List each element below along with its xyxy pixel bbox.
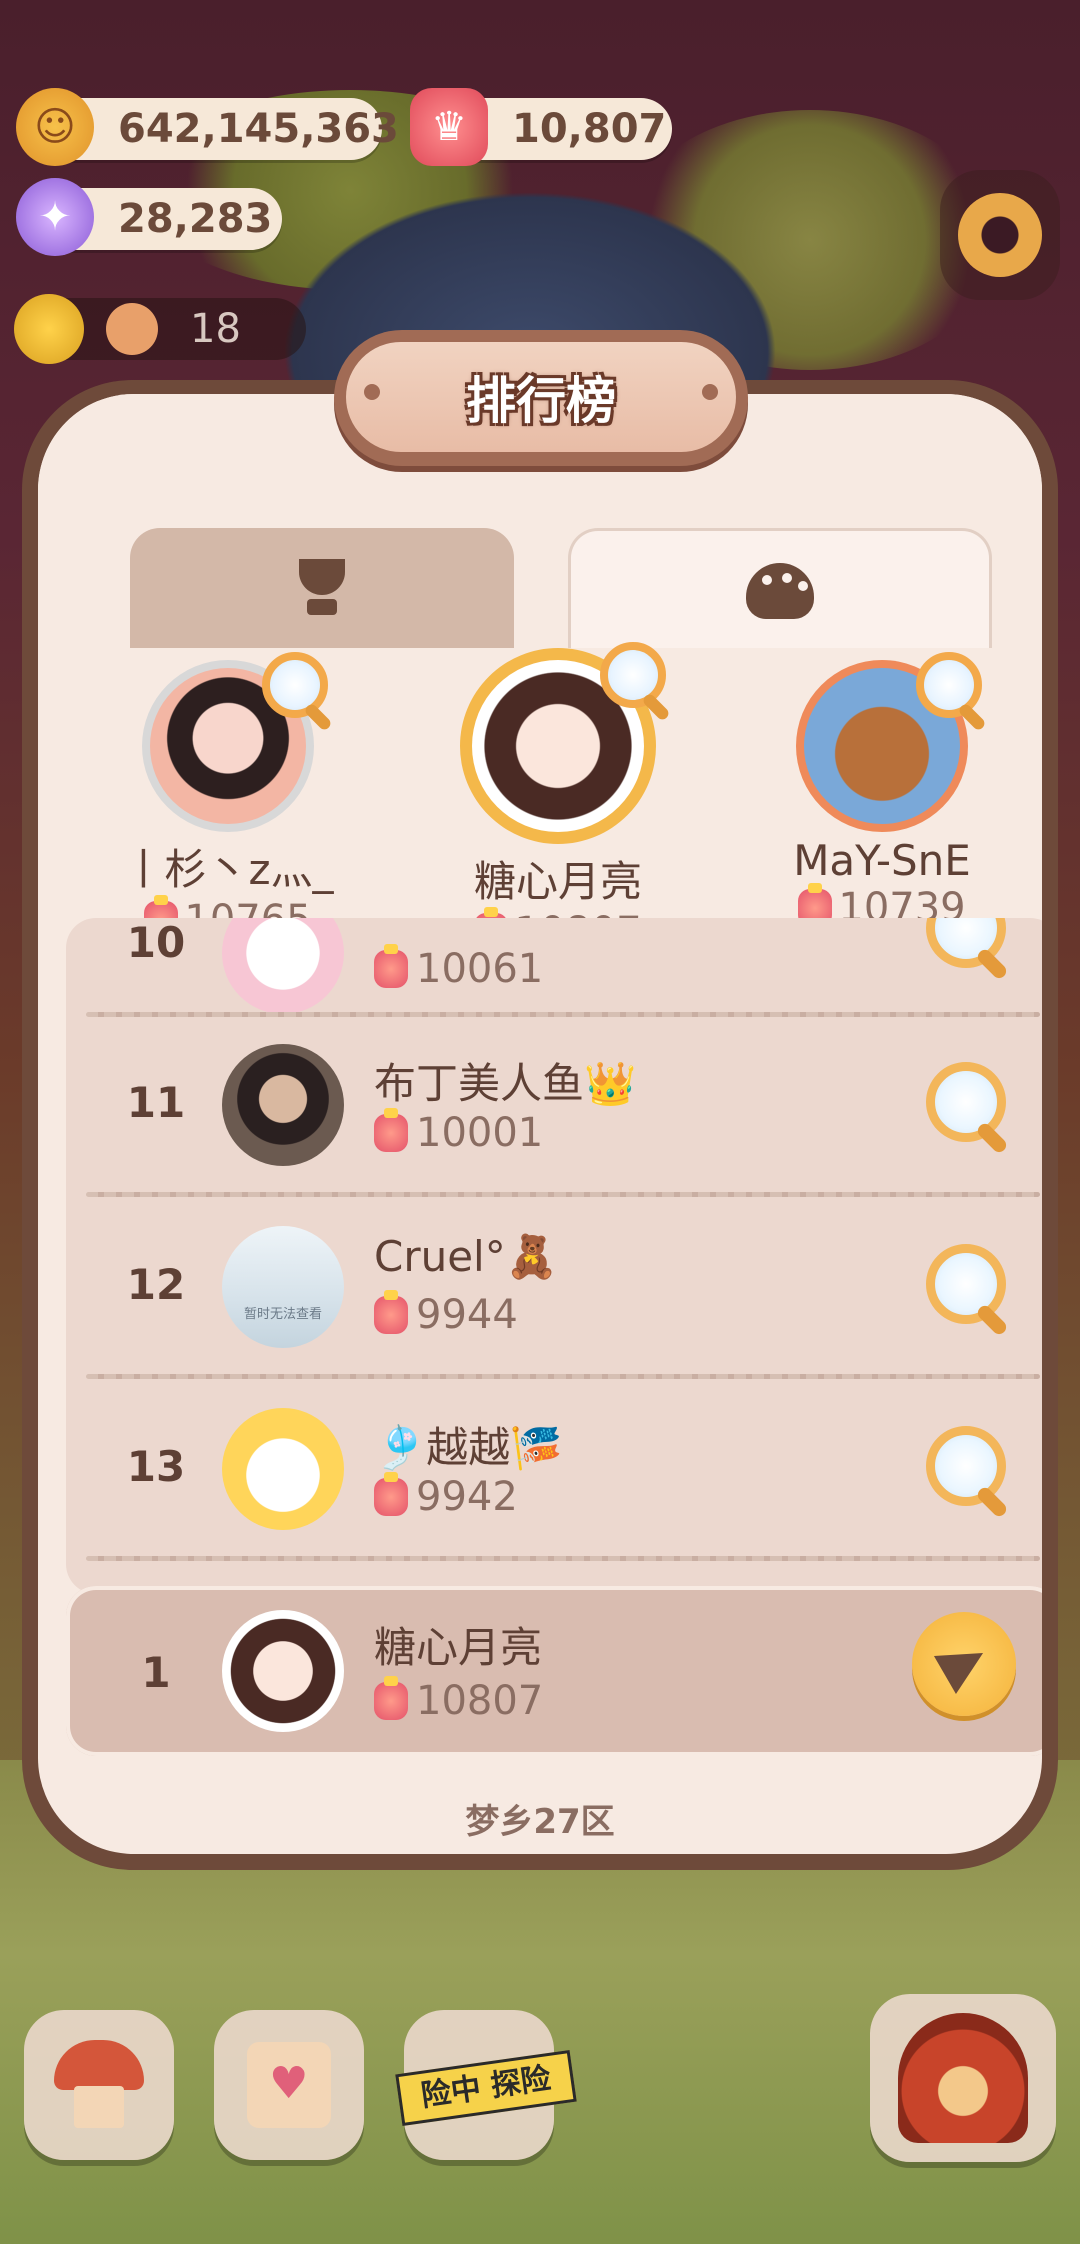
inspect-button[interactable] <box>926 1426 1006 1506</box>
my-name: 糖心月亮 <box>374 1623 543 1672</box>
tab-cookie[interactable] <box>568 528 992 651</box>
energy-counter[interactable]: 18 <box>14 294 306 364</box>
rank-number: 11 <box>126 1078 186 1127</box>
leaderboard-panel: 丨杉丶z灬_ 10765 糖心月亮 10807 <box>22 380 1058 1870</box>
podium-name: MaY-SnE <box>793 836 971 885</box>
inspect-button[interactable] <box>926 1244 1006 1324</box>
candy-counter[interactable]: ✦ 28,283 <box>16 178 282 256</box>
inspect-button[interactable] <box>926 1062 1006 1142</box>
podium-second: 丨杉丶z灬_ 10765 <box>98 652 358 943</box>
share-button[interactable] <box>912 1612 1016 1716</box>
inspect-button[interactable] <box>926 918 1006 968</box>
avatar[interactable] <box>222 918 344 1014</box>
podium-area: 丨杉丶z灬_ 10765 糖心月亮 10807 <box>38 642 1042 955</box>
title-plate: 排行榜 <box>334 330 748 466</box>
diary-icon <box>247 2042 331 2128</box>
gold-frame <box>460 642 666 844</box>
avatar[interactable] <box>222 1226 344 1348</box>
gem-icon: ♛ <box>410 88 488 166</box>
rank-number: 10 <box>126 918 186 967</box>
gem-counter[interactable]: ♛ 10,807 <box>410 88 672 166</box>
table-row: 11 布丁美人鱼👑 10001 <box>66 1014 1042 1197</box>
podium-first: 糖心月亮 10807 <box>428 642 688 955</box>
player-name: 🎐越越🎏 <box>374 1423 563 1472</box>
candy-icon: ✦ <box>16 178 94 256</box>
plate-rivet <box>364 384 380 400</box>
player-name: 布丁美人鱼👑 <box>374 1059 637 1108</box>
bronze-frame <box>796 652 982 832</box>
podium-name: 丨杉丶z灬_ <box>122 845 334 894</box>
table-row: 13 🎐越越🎏 9942 <box>66 1378 1042 1561</box>
title-plate-inner: 排行榜 <box>346 342 736 452</box>
avatar[interactable] <box>222 1044 344 1166</box>
podium-third: MaY-SnE 10739 <box>752 652 1012 931</box>
gem-icon <box>374 1290 408 1334</box>
my-rank-row: 1 糖心月亮 10807 <box>66 1586 1042 1756</box>
player-score: 10061 <box>374 944 543 992</box>
rank-number: 12 <box>126 1260 186 1309</box>
magnifier-icon[interactable] <box>916 652 982 718</box>
server-label: 梦乡27区 <box>465 1802 615 1842</box>
gem-icon <box>374 944 408 988</box>
podium-name: 糖心月亮 <box>473 857 642 906</box>
magnifier-icon[interactable] <box>600 642 666 708</box>
coin-counter[interactable]: ☺ 642,145,363 <box>16 88 399 166</box>
leaderboard-content: 丨杉丶z灬_ 10765 糖心月亮 10807 <box>38 394 1042 1854</box>
ranking-list[interactable]: 10 10061 11 布丁美人鱼👑 10001 12 暂时无法查看 Cruel… <box>66 918 1042 1594</box>
gingerbread-icon <box>106 303 158 355</box>
table-row: 12 Cruel°🧸 9944 <box>66 1196 1042 1379</box>
player-score: 9944 <box>374 1290 518 1338</box>
my-avatar[interactable] <box>222 1610 344 1732</box>
gem-value: 10,807 <box>512 106 667 152</box>
mushroom-house-icon <box>54 2040 144 2130</box>
gem-icon <box>374 1676 408 1720</box>
diary-button[interactable] <box>214 2010 364 2160</box>
energy-value: 18 <box>190 306 241 352</box>
rank-number: 13 <box>126 1442 186 1491</box>
tab-trophy[interactable] <box>130 528 514 648</box>
theater-button[interactable] <box>870 1994 1056 2162</box>
row-divider <box>86 1556 1040 1561</box>
page-title: 排行榜 <box>466 372 616 430</box>
avatar[interactable] <box>222 1408 344 1530</box>
settings-button[interactable] <box>940 170 1060 300</box>
paper-plane-icon <box>933 1633 995 1695</box>
silver-frame <box>142 652 328 832</box>
my-score: 10807 <box>374 1676 543 1724</box>
magnifier-icon[interactable] <box>262 652 328 718</box>
gear-icon <box>958 193 1042 277</box>
coin-icon: ☺ <box>16 88 94 166</box>
my-rank: 1 <box>141 1648 171 1697</box>
player-score: 9942 <box>374 1472 518 1520</box>
cookie-icon <box>746 563 814 619</box>
coin-value: 642,145,363 <box>118 106 399 152</box>
trophy-icon <box>289 559 355 617</box>
gem-icon <box>374 1108 408 1152</box>
candy-value: 28,283 <box>118 196 273 242</box>
player-score: 10001 <box>374 1108 543 1156</box>
gem-icon <box>374 1472 408 1516</box>
home-button[interactable] <box>24 2010 174 2160</box>
carousel-icon <box>898 2013 1028 2143</box>
explore-button[interactable]: 险中 探险 <box>395 2010 577 2160</box>
player-name: Cruel°🧸 <box>374 1232 559 1281</box>
sun-icon <box>14 294 84 364</box>
explore-sign: 险中 探险 <box>395 2050 577 2126</box>
table-row: 10 10061 <box>66 918 1042 1017</box>
plate-rivet <box>702 384 718 400</box>
